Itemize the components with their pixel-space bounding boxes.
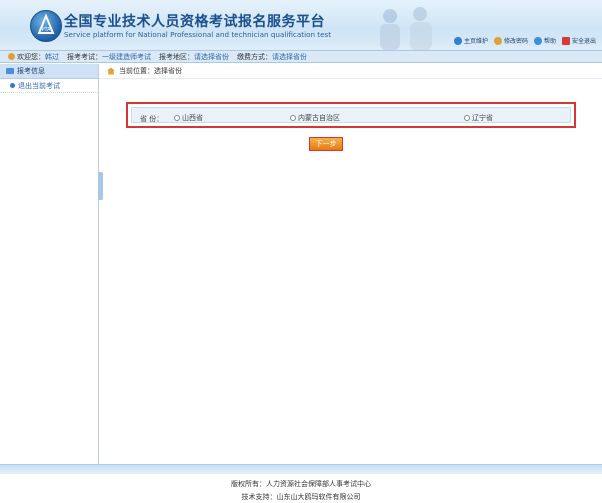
change-password-link[interactable]: 修改密码 <box>493 36 528 45</box>
welcome-info: 欢迎您：韩过 <box>8 52 59 62</box>
sidebar-header: 报考信息 <box>0 64 98 79</box>
sidebar: 报考信息 退出当前考试 <box>0 64 99 464</box>
svg-text:PTA: PTA <box>41 27 51 33</box>
breadcrumb: 当前位置：选择省份 <box>99 64 602 79</box>
footer-tech-support: 技术支持：山东山大鸥玛软件有限公司 <box>241 493 361 501</box>
platform-subtitle: Service platform for National Profession… <box>64 30 332 39</box>
exam-info: 报考考试：一级建造师考试 <box>67 52 151 61</box>
bullet-icon <box>10 83 15 88</box>
province-label: 省 份： <box>140 115 164 123</box>
username: 韩过 <box>45 52 59 61</box>
user-icon <box>8 53 15 60</box>
next-step-button[interactable]: 下一步 <box>309 137 343 151</box>
key-icon <box>493 36 502 45</box>
home-globe-icon <box>453 36 462 45</box>
user-info-bar: 欢迎您：韩过 报考考试：一级建造师考试 报考地区：请选择省份 缴费方式：请选择省… <box>0 50 602 63</box>
province-option-inner-mongolia[interactable]: 内蒙古自治区 <box>290 113 340 123</box>
homepage-link[interactable]: 主页维护 <box>453 36 488 45</box>
province-selection-panel: 省 份： 山西省 内蒙古自治区 辽宁省 <box>131 107 571 123</box>
header-banner: PTA 全国专业技术人员资格考试报名服务平台 Service platform … <box>0 0 602 50</box>
radio-button[interactable] <box>174 115 180 121</box>
province-selection-box: 省 份： 山西省 内蒙古自治区 辽宁省 <box>126 102 576 128</box>
footer: 版权所有：人力资源社会保障部人事考试中心 技术支持：山东山大鸥玛软件有限公司 <box>0 464 602 503</box>
help-icon <box>533 36 542 45</box>
radio-button[interactable] <box>290 115 296 121</box>
logout-icon <box>561 36 570 45</box>
help-link[interactable]: 帮助 <box>533 36 556 45</box>
footer-copyright: 版权所有：人力资源社会保障部人事考试中心 <box>231 480 371 488</box>
mail-icon <box>6 68 14 74</box>
platform-title: 全国专业技术人员资格考试报名服务平台 <box>64 14 325 30</box>
header-people-illustration <box>380 7 432 50</box>
home-icon <box>107 67 115 75</box>
footer-band <box>0 464 602 474</box>
sidebar-item-exit-exam[interactable]: 退出当前考试 <box>0 79 98 93</box>
region-info: 报考地区：请选择省份 <box>159 52 229 61</box>
radio-button[interactable] <box>464 115 470 121</box>
main-content: 当前位置：选择省份 省 份： 山西省 内蒙古自治区 辽宁省 下一步 <box>99 64 602 464</box>
payment-info: 缴费方式：请选择省份 <box>237 52 307 61</box>
pta-logo: PTA <box>30 10 62 42</box>
top-links: 主页维护 修改密码 帮助 安全退出 <box>453 36 596 45</box>
logout-link[interactable]: 安全退出 <box>561 36 596 45</box>
province-option-shanxi[interactable]: 山西省 <box>174 113 203 123</box>
province-option-liaoning[interactable]: 辽宁省 <box>464 113 493 123</box>
